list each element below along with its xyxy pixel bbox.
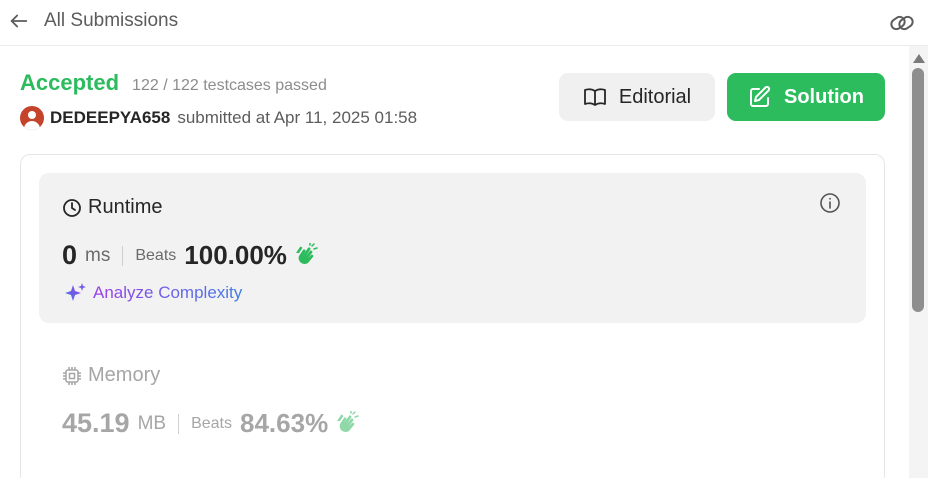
back-to-submissions-button[interactable]: All Submissions [8, 10, 178, 32]
runtime-title: Runtime [62, 196, 162, 219]
avatar[interactable] [20, 106, 44, 130]
editorial-button[interactable]: Editorial [559, 73, 715, 121]
analyze-complexity-label: Analyze Complexity [93, 283, 243, 302]
runtime-metric: 0 ms Beats 100.00% [62, 240, 319, 271]
divider [178, 413, 180, 434]
memory-beats-value: 84.63% [240, 408, 329, 438]
clapping-hands-icon [337, 410, 359, 432]
scroll-up-arrow-icon[interactable] [913, 54, 925, 63]
runtime-value: 0 [62, 240, 78, 270]
chip-icon [63, 366, 81, 385]
runtime-title-label: Runtime [88, 196, 163, 218]
analyze-complexity-button[interactable]: Analyze Complexity [63, 281, 242, 305]
top-bar: All Submissions [0, 0, 928, 46]
runtime-beats-label: Beats [135, 246, 177, 264]
memory-beats-label: Beats [191, 414, 232, 432]
link-icon[interactable] [888, 10, 916, 36]
edit-icon [750, 85, 771, 107]
scroll-thumb[interactable] [912, 68, 924, 312]
clock-icon [63, 198, 81, 217]
testcases-passed: 122 / 122 testcases passed [132, 77, 327, 94]
solution-button[interactable]: Solution [727, 73, 885, 121]
accepted-status: Accepted [20, 70, 120, 95]
memory-value: 45.19 [62, 408, 130, 438]
divider [122, 245, 124, 266]
memory-title[interactable]: Memory [62, 364, 160, 387]
editorial-label: Editorial [618, 85, 692, 108]
submitted-timestamp: submitted at Apr 11, 2025 01:58 [177, 108, 418, 127]
info-icon[interactable] [819, 192, 841, 214]
memory-unit: MB [137, 412, 167, 434]
back-label: All Submissions [44, 10, 179, 31]
book-icon [583, 88, 606, 106]
submission-status: Accepted 122 / 122 testcases passed [20, 70, 327, 96]
memory-title-label: Memory [88, 364, 161, 386]
runtime-unit: ms [85, 244, 111, 266]
arrow-left-icon [10, 14, 28, 28]
username[interactable]: DEDEEPYA658 [50, 108, 170, 128]
runtime-beats-value: 100.00% [184, 240, 287, 270]
solution-label: Solution [784, 85, 864, 108]
submitter-info: DEDEEPYA658 submitted at Apr 11, 2025 01… [20, 106, 417, 130]
memory-metric[interactable]: 45.19 MB Beats 84.63% [62, 408, 360, 439]
sparkle-icon [65, 283, 86, 301]
clapping-hands-icon [295, 242, 318, 264]
scrollbar[interactable] [909, 46, 928, 478]
